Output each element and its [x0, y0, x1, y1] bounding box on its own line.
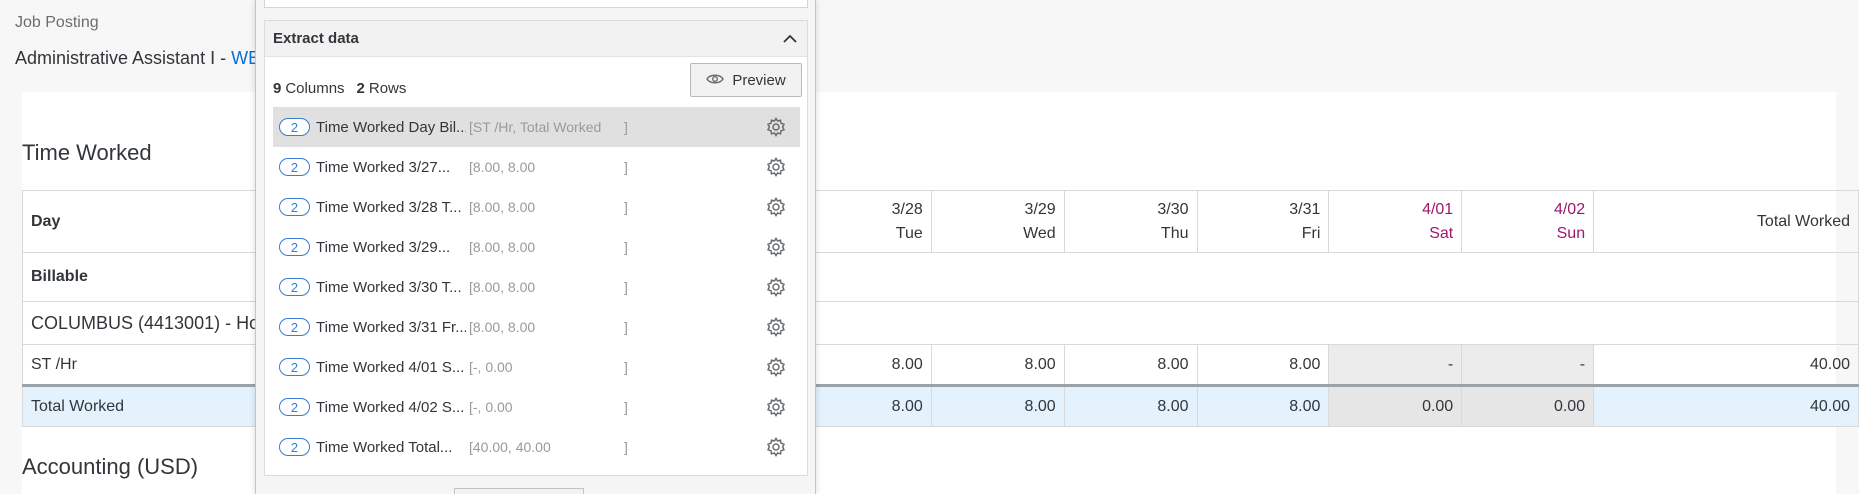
count-badge: 2 [279, 398, 310, 416]
extract-panel: Extract data 9 Columns 2 Rows Preview 2 … [255, 0, 816, 494]
column-name: Time Worked 4/02 S... [316, 398, 465, 416]
count-badge: 2 [279, 158, 310, 176]
list-item[interactable]: 2 Time Worked 3/30 T... [8.00, 8.00 ] [273, 267, 800, 307]
cell: 8.00 [1196, 384, 1330, 427]
total-header: Total Worked [1593, 190, 1859, 253]
rows-label: Rows [368, 79, 407, 97]
values-close: ] [624, 239, 628, 255]
list-item[interactable]: 2 Time Worked 4/02 S... [-, 0.00 ] [273, 387, 800, 427]
panel-bottom-button[interactable] [454, 488, 584, 494]
values-close: ] [624, 439, 628, 455]
count-badge: 2 [279, 318, 310, 336]
gear-icon[interactable] [766, 157, 786, 177]
cell: 0.00 [1461, 384, 1595, 427]
values-close: ] [624, 119, 628, 135]
cell: - [1328, 344, 1463, 386]
chevron-up-icon[interactable] [781, 30, 799, 48]
cell: 8.00 [1063, 344, 1198, 386]
gear-icon[interactable] [766, 317, 786, 337]
preview-button[interactable]: Preview [690, 63, 802, 97]
col-header: 3/29 Wed [930, 190, 1065, 253]
gear-icon[interactable] [766, 117, 786, 137]
count-badge: 2 [279, 238, 310, 256]
cell: 8.00 [1196, 344, 1330, 386]
list-item[interactable]: 2 Time Worked Total... [40.00, 40.00 ] [273, 427, 800, 467]
column-name: Time Worked 4/01 S... [316, 358, 465, 376]
extract-data-title: Extract data [273, 30, 359, 47]
column-name: Time Worked 3/28 T... [316, 198, 462, 216]
cell: 40.00 [1593, 384, 1859, 427]
values-close: ] [624, 359, 628, 375]
column-name: Time Worked 3/30 T... [316, 278, 462, 296]
values-close: ] [624, 279, 628, 295]
list-item[interactable]: 2 Time Worked 4/01 S... [-, 0.00 ] [273, 347, 800, 387]
section-title-accounting: Accounting (USD) [22, 454, 199, 479]
count-badge: 2 [279, 118, 310, 136]
list-item[interactable]: 2 Time Worked 3/29... [8.00, 8.00 ] [273, 227, 800, 267]
extract-summary: 9 Columns 2 Rows [273, 73, 406, 103]
values-close: ] [624, 399, 628, 415]
column-values: [8.00, 8.00 [469, 279, 536, 295]
cell: 8.00 [799, 344, 932, 386]
cell: 40.00 [1593, 344, 1859, 386]
extract-data-header[interactable]: Extract data [265, 21, 807, 57]
gear-icon[interactable] [766, 237, 786, 257]
count-badge: 2 [279, 198, 310, 216]
col-header: 3/28 Tue [799, 190, 932, 253]
col-header: 3/31 Fri [1196, 190, 1330, 253]
column-list: 2 Time Worked Day Bil... [ST /Hr, Total … [273, 107, 800, 467]
values-close: ] [624, 199, 628, 215]
columns-label: Columns [285, 79, 345, 97]
values-close: ] [624, 159, 628, 175]
column-values: [-, 0.00 [469, 399, 513, 415]
column-name: Time Worked 3/27... [316, 158, 451, 176]
list-item[interactable]: 2 Time Worked 3/28 T... [8.00, 8.00 ] [273, 187, 800, 227]
column-values: [8.00, 8.00 [469, 159, 536, 175]
col-header-weekend: 4/01 Sat [1328, 190, 1463, 253]
column-values: [40.00, 40.00 [469, 439, 551, 455]
column-values: [ST /Hr, Total Worked [469, 119, 602, 135]
col-header: 3/30 Thu [1063, 190, 1198, 253]
rows-count: 2 [356, 79, 365, 97]
cell: - [1461, 344, 1595, 386]
column-name: Time Worked Day Bil... [316, 118, 466, 136]
eye-icon [706, 72, 725, 89]
count-badge: 2 [279, 278, 310, 296]
cell: 0.00 [1328, 384, 1463, 427]
breadcrumb: Job Posting [15, 14, 99, 31]
count-badge: 2 [279, 438, 310, 456]
gear-icon[interactable] [766, 277, 786, 297]
list-item[interactable]: 2 Time Worked 3/27... [8.00, 8.00 ] [273, 147, 800, 187]
list-item[interactable]: 2 Time Worked 3/31 Fr... [8.00, 8.00 ] [273, 307, 800, 347]
page-title: Administrative Assistant I - WEF [15, 48, 271, 69]
preview-label: Preview [732, 71, 786, 89]
header: Job Posting [15, 14, 99, 32]
column-name: Time Worked Total... [316, 438, 453, 456]
column-values: [-, 0.00 [469, 359, 513, 375]
list-item[interactable]: 2 Time Worked Day Bil... [ST /Hr, Total … [273, 107, 800, 147]
col-header-weekend: 4/02 Sun [1461, 190, 1595, 253]
gear-icon[interactable] [766, 397, 786, 417]
cell: 8.00 [1063, 384, 1198, 427]
gear-icon[interactable] [766, 437, 786, 457]
page-title-text: Administrative Assistant I - [15, 48, 232, 68]
cell: 8.00 [930, 384, 1065, 427]
extract-data-section: Extract data 9 Columns 2 Rows Preview 2 … [264, 20, 808, 476]
cell: 8.00 [799, 384, 932, 427]
columns-count: 9 [273, 79, 282, 97]
panel-top-section [264, 0, 808, 8]
section-title-time-worked: Time Worked [22, 140, 152, 165]
column-name: Time Worked 3/31 Fr... [316, 318, 466, 336]
column-name: Time Worked 3/29... [316, 238, 451, 256]
column-values: [8.00, 8.00 [469, 199, 536, 215]
count-badge: 2 [279, 358, 310, 376]
cell: 8.00 [930, 344, 1065, 386]
column-values: [8.00, 8.00 [469, 319, 536, 335]
column-values: [8.00, 8.00 [469, 239, 536, 255]
gear-icon[interactable] [766, 197, 786, 217]
values-close: ] [624, 319, 628, 335]
gear-icon[interactable] [766, 357, 786, 377]
